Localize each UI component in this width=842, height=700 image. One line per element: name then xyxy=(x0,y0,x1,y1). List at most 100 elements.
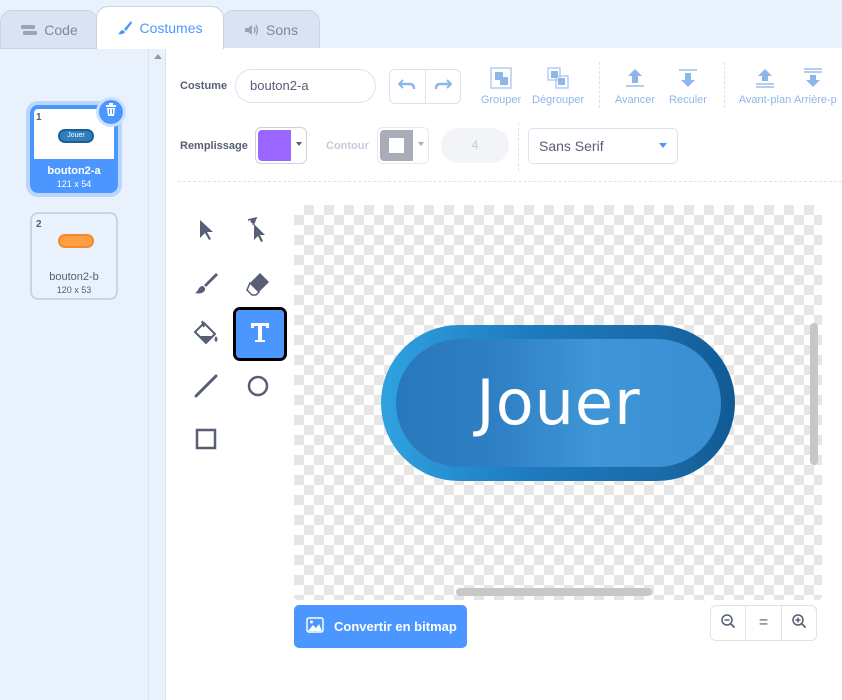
reshape-icon xyxy=(245,216,271,249)
costume-size: 121 x 54 xyxy=(56,179,92,189)
costume-list: Jouer 1 bouton2-a 121 x 54 2 bouton2-b 1… xyxy=(0,48,148,700)
brush-icon xyxy=(117,20,133,36)
outline-label: Contour xyxy=(326,140,369,152)
costume-button-text[interactable]: Jouer xyxy=(476,366,640,439)
ungroup-button[interactable]: Dégrouper xyxy=(528,66,588,106)
paintbrush-icon xyxy=(193,270,219,301)
toolbar-divider xyxy=(599,62,600,108)
tab-costumes-label: Costumes xyxy=(139,20,203,36)
ungroup-icon xyxy=(546,66,570,93)
fill-color-swatch xyxy=(258,130,291,161)
group-button[interactable]: Grouper xyxy=(471,66,531,106)
scroll-up-arrow-icon[interactable] xyxy=(154,54,162,59)
brush-tool[interactable] xyxy=(182,261,230,309)
speaker-icon xyxy=(244,23,260,37)
undo-redo-group xyxy=(389,69,461,104)
font-select[interactable]: Sans Serif xyxy=(528,128,678,164)
text-t-icon xyxy=(248,320,272,349)
zoom-in-button[interactable] xyxy=(780,606,816,640)
reshape-tool[interactable] xyxy=(234,208,282,256)
outline-color-swatch xyxy=(380,130,413,161)
tab-sounds-label: Sons xyxy=(266,21,298,38)
fill-color-picker[interactable] xyxy=(255,127,307,164)
eraser-tool[interactable] xyxy=(234,261,282,309)
fill-tool[interactable] xyxy=(182,311,230,359)
chevron-down-icon xyxy=(296,142,302,146)
chevron-down-icon xyxy=(659,143,667,148)
front-label: Avant-plan xyxy=(738,94,792,106)
forward-label: Avancer xyxy=(614,94,656,106)
costume-name: bouton2-b xyxy=(49,271,99,283)
eraser-icon xyxy=(245,270,271,301)
canvas-vertical-scrollbar[interactable] xyxy=(810,323,818,465)
fill-label: Remplissage xyxy=(180,140,248,152)
outline-width-input[interactable]: 4 xyxy=(441,128,509,163)
backward-button[interactable]: Reculer xyxy=(658,66,718,106)
circle-icon xyxy=(246,374,270,403)
thumb-button xyxy=(58,234,94,248)
font-value: Sans Serif xyxy=(539,138,604,154)
costume-name: bouton2-a xyxy=(47,165,101,177)
costume-thumbnail xyxy=(34,216,114,266)
toolbar-divider xyxy=(724,62,725,108)
image-icon xyxy=(306,617,324,636)
costume-list-scrollbar[interactable] xyxy=(148,48,166,700)
back-button[interactable]: Arrière-p xyxy=(794,66,842,106)
tab-code[interactable]: Code xyxy=(0,10,98,48)
front-icon xyxy=(754,67,776,92)
zoom-out-icon xyxy=(720,613,736,634)
group-label: Grouper xyxy=(480,94,522,106)
costume-number: 1 xyxy=(36,112,42,123)
rectangle-tool[interactable] xyxy=(182,417,230,465)
text-tool[interactable] xyxy=(233,307,287,361)
toolbar-divider xyxy=(178,181,842,182)
costume-button-inner: Jouer xyxy=(396,339,721,467)
costume-number: 2 xyxy=(36,219,42,230)
trash-icon xyxy=(105,103,117,121)
zoom-in-icon xyxy=(791,613,807,634)
select-tool[interactable] xyxy=(182,208,230,256)
costume-tile-2[interactable]: 2 bouton2-b 120 x 53 xyxy=(30,212,118,300)
tab-costumes[interactable]: Costumes xyxy=(96,6,224,49)
costume-label: Costume xyxy=(180,80,228,92)
costume-size: 120 x 53 xyxy=(56,285,92,295)
thumb-button: Jouer xyxy=(58,129,94,143)
group-icon xyxy=(489,66,513,93)
toolbar-divider xyxy=(518,123,519,171)
paint-editor: Costume bouton2-a Grouper Dégrouper Avan… xyxy=(166,48,842,700)
zoom-reset-label: = xyxy=(758,614,769,631)
front-button[interactable]: Avant-plan xyxy=(735,66,795,106)
undo-icon xyxy=(397,78,416,96)
line-tool[interactable] xyxy=(182,364,230,412)
arrow-cursor-icon xyxy=(196,218,216,247)
tab-code-label: Code xyxy=(44,21,78,38)
editor-tabs: Code Costumes Sons xyxy=(0,0,842,49)
delete-costume-button[interactable] xyxy=(96,97,126,127)
redo-icon xyxy=(434,78,453,96)
line-icon xyxy=(193,373,219,404)
undo-button[interactable] xyxy=(390,70,426,103)
code-icon xyxy=(20,23,38,37)
costume-name-input[interactable]: bouton2-a xyxy=(235,69,376,103)
convert-to-bitmap-button[interactable]: Convertir en bitmap xyxy=(294,605,467,648)
ungroup-label: Dégrouper xyxy=(532,94,584,106)
back-icon xyxy=(802,67,824,92)
redo-button[interactable] xyxy=(426,70,461,103)
backward-label: Reculer xyxy=(669,94,707,106)
paint-canvas[interactable]: Jouer xyxy=(294,205,822,600)
convert-label: Convertir en bitmap xyxy=(334,619,457,634)
forward-button[interactable]: Avancer xyxy=(605,66,665,106)
costume-tile-1[interactable]: Jouer 1 bouton2-a 121 x 54 xyxy=(30,97,126,193)
tab-sounds[interactable]: Sons xyxy=(222,10,320,48)
zoom-out-button[interactable] xyxy=(711,606,745,640)
forward-icon xyxy=(624,67,646,92)
chevron-down-icon xyxy=(418,142,424,146)
backward-icon xyxy=(677,67,699,92)
costume-button-shape[interactable]: Jouer xyxy=(381,325,735,481)
back-label: Arrière-p xyxy=(794,94,837,106)
zoom-controls: = xyxy=(710,605,817,641)
outline-color-picker[interactable] xyxy=(377,127,429,164)
canvas-horizontal-scrollbar[interactable] xyxy=(456,588,652,596)
zoom-reset-button[interactable]: = xyxy=(745,606,780,640)
circle-tool[interactable] xyxy=(234,364,282,412)
